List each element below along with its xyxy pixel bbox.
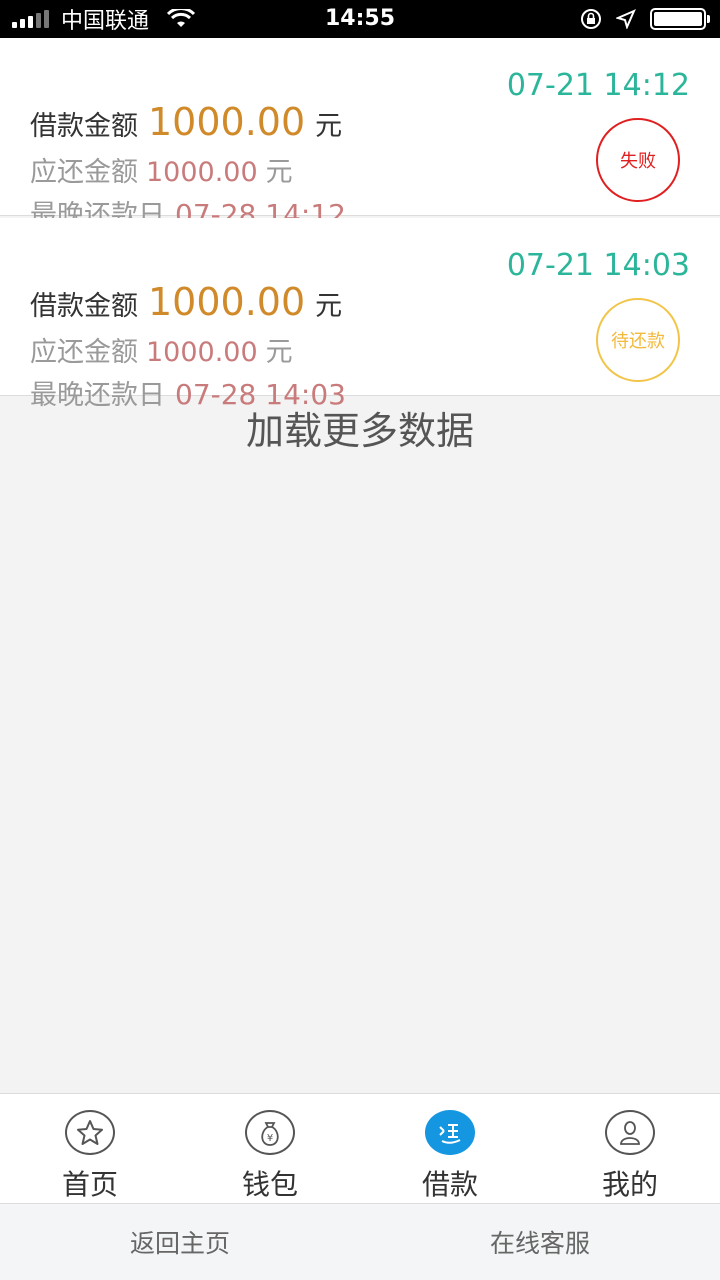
tab-bar: 首页 ¥ 钱包 借款 我的 xyxy=(0,1093,720,1203)
loan-amount-label: 借款金额 xyxy=(30,291,138,322)
due-amount: 1000.00 xyxy=(146,157,258,188)
loan-time: 07-21 14:03 xyxy=(506,248,690,283)
loan-amount-unit: 元 xyxy=(315,291,343,322)
load-more-button[interactable]: 加载更多数据 xyxy=(0,400,720,455)
tab-label: 借款 xyxy=(421,1168,478,1201)
loan-record[interactable]: 借款金额 1000.00 元 应还金额 1000.00 元 最晚还款日 07-2… xyxy=(0,38,720,231)
status-bar: 中国联通 14:55 xyxy=(0,0,720,38)
due-amount: 1000.00 xyxy=(146,337,258,368)
tab-wallet[interactable]: ¥ 钱包 xyxy=(180,1094,360,1203)
star-icon xyxy=(65,1110,115,1155)
due-amount-unit: 元 xyxy=(265,337,293,368)
due-amount-label: 应还金额 xyxy=(30,157,138,188)
status-stamp: 失败 xyxy=(596,118,680,202)
status-stamp: 待还款 xyxy=(596,298,680,382)
tab-home[interactable]: 首页 xyxy=(0,1094,180,1203)
loan-amount-label: 借款金额 xyxy=(30,111,138,142)
tab-label: 首页 xyxy=(61,1168,118,1201)
svg-text:¥: ¥ xyxy=(267,1133,273,1144)
tab-label: 钱包 xyxy=(241,1168,298,1201)
tab-profile[interactable]: 我的 xyxy=(540,1094,720,1203)
loan-amount-unit: 元 xyxy=(315,111,343,142)
bottom-bar: 返回主页 在线客服 xyxy=(0,1203,720,1280)
loan-icon xyxy=(425,1110,475,1155)
loan-time: 07-21 14:12 xyxy=(506,68,690,103)
location-icon xyxy=(616,9,636,29)
tab-loan[interactable]: 借款 xyxy=(360,1094,540,1203)
tab-label: 我的 xyxy=(601,1168,658,1201)
loan-amount: 1000.00 xyxy=(148,100,306,144)
battery-icon xyxy=(650,8,710,30)
due-amount-unit: 元 xyxy=(265,157,293,188)
customer-service-link[interactable]: 在线客服 xyxy=(360,1204,720,1280)
user-icon xyxy=(605,1110,655,1155)
loan-amount: 1000.00 xyxy=(148,280,306,324)
due-amount-label: 应还金额 xyxy=(30,337,138,368)
back-home-link[interactable]: 返回主页 xyxy=(0,1204,360,1280)
loan-record[interactable]: 借款金额 1000.00 元 应还金额 1000.00 元 最晚还款日 07-2… xyxy=(0,218,720,411)
money-bag-icon: ¥ xyxy=(245,1110,295,1155)
rotation-lock-icon xyxy=(581,9,601,29)
